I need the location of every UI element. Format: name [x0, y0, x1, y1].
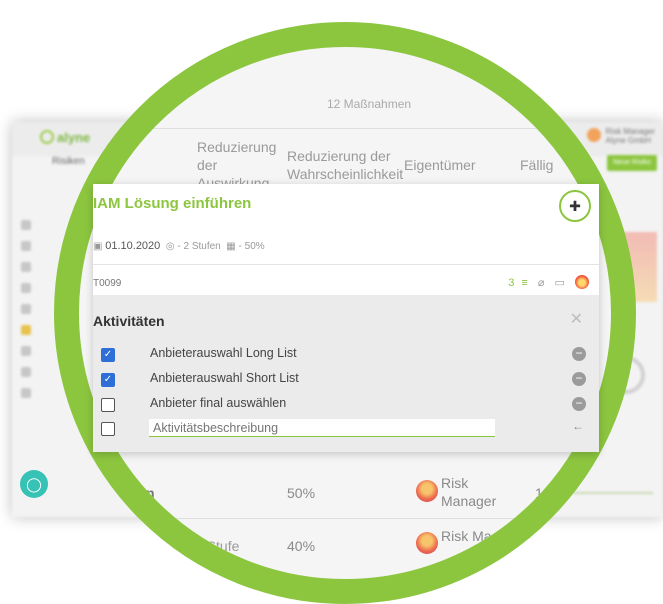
attachment-icon[interactable]: ⌀ [538, 277, 545, 289]
activity-checkbox[interactable]: ✓ [101, 373, 115, 387]
list-icon: ≡ [521, 277, 528, 289]
activity-checkbox[interactable]: ✓ [101, 348, 115, 362]
close-icon[interactable]: ✕ [570, 309, 583, 329]
owner-avatar-icon[interactable] [575, 275, 589, 289]
owner-avatar [416, 480, 438, 502]
row-owner: Risk Ma [441, 528, 492, 544]
trend-icon[interactable] [21, 304, 31, 314]
col-owner[interactable]: Eigentümer [404, 156, 476, 174]
activities-toggle[interactable]: 3 ≡ [501, 277, 528, 289]
activity-count: 3 [508, 277, 515, 289]
measure-card: IAM Lösung einführen ✚ ▣ 01.10.2020 ◎ - … [93, 184, 599, 452]
clock-icon[interactable] [21, 367, 31, 377]
measure-title[interactable]: IAM Lösung einführen [93, 195, 251, 212]
new-risk-button[interactable]: Neue Risiko [607, 155, 657, 171]
col-likelihood-reduction[interactable]: Reduzierung der Wahrscheinlichkeit [287, 147, 403, 183]
comment-icon[interactable]: ▭ [555, 277, 565, 289]
arrow-left-icon[interactable]: ← [572, 419, 584, 433]
impact-reduction: - 2 Stufen [177, 241, 221, 252]
chat-bubble-icon: ◯ [26, 476, 42, 492]
calendar-icon: ▣ [93, 241, 103, 252]
measure-code: T0099 [93, 278, 122, 289]
measure-meta: ▣ 01.10.2020 ◎ - 2 Stufen ▦ - 50% [93, 240, 265, 252]
row-due: 1 [535, 485, 543, 501]
activity-checkbox[interactable] [101, 422, 115, 436]
col-due[interactable]: Fällig [520, 156, 553, 174]
row-owner: Risk Manager [441, 475, 497, 509]
activity-label[interactable]: Anbieterauswahl Short List [150, 371, 299, 385]
activity-label[interactable]: Anbieter final auswählen [150, 396, 286, 410]
likelihood-reduction: - 50% [238, 241, 265, 252]
flag-icon[interactable] [21, 325, 31, 335]
grid-icon[interactable] [21, 346, 31, 356]
activity-item: ✓ Anbieterauswahl Short List − [93, 369, 599, 393]
owner-avatar [416, 532, 438, 554]
list-icon[interactable] [21, 283, 31, 293]
user-info[interactable]: Risk Manager Alyne GmbH [606, 127, 655, 145]
divider [93, 264, 599, 265]
due-date: 01.10.2020 [105, 240, 161, 252]
gear-icon[interactable] [21, 388, 31, 398]
activity-item: Anbieter final auswählen − [93, 394, 599, 418]
measures-count: 12 Maßnahmen [327, 97, 412, 111]
activities-title: Aktivitäten [93, 313, 165, 329]
row-likelihood: 40% [287, 538, 316, 554]
activity-item: ✓ Anbieterauswahl Long List − [93, 344, 599, 368]
activities-panel: Aktivitäten ✕ ✓ Anbieterauswahl Long Lis… [93, 295, 599, 452]
remove-icon[interactable]: − [572, 372, 586, 386]
activity-label[interactable]: Anbieterauswahl Long List [150, 346, 297, 360]
row-name: eren [125, 485, 155, 501]
measure-actions: 3 ≡ ⌀ ▭ [494, 275, 589, 289]
document-icon[interactable] [21, 241, 31, 251]
new-activity-row: ← [93, 418, 599, 442]
new-activity-input[interactable] [149, 419, 495, 437]
grid-icon: ▦ [226, 241, 236, 252]
target-icon: ◎ [165, 241, 175, 252]
chat-button[interactable]: ◯ [20, 470, 48, 498]
remove-icon[interactable]: − [572, 347, 586, 361]
remove-icon[interactable]: − [572, 397, 586, 411]
activity-checkbox[interactable] [101, 398, 115, 412]
sidebar [12, 212, 40, 422]
globe-icon[interactable] [21, 262, 31, 272]
bandage-icon[interactable]: ✚ [559, 190, 591, 222]
row-likelihood: 50% [287, 485, 316, 501]
row-name: 1 Stufe [195, 538, 240, 554]
home-icon[interactable] [21, 220, 31, 230]
